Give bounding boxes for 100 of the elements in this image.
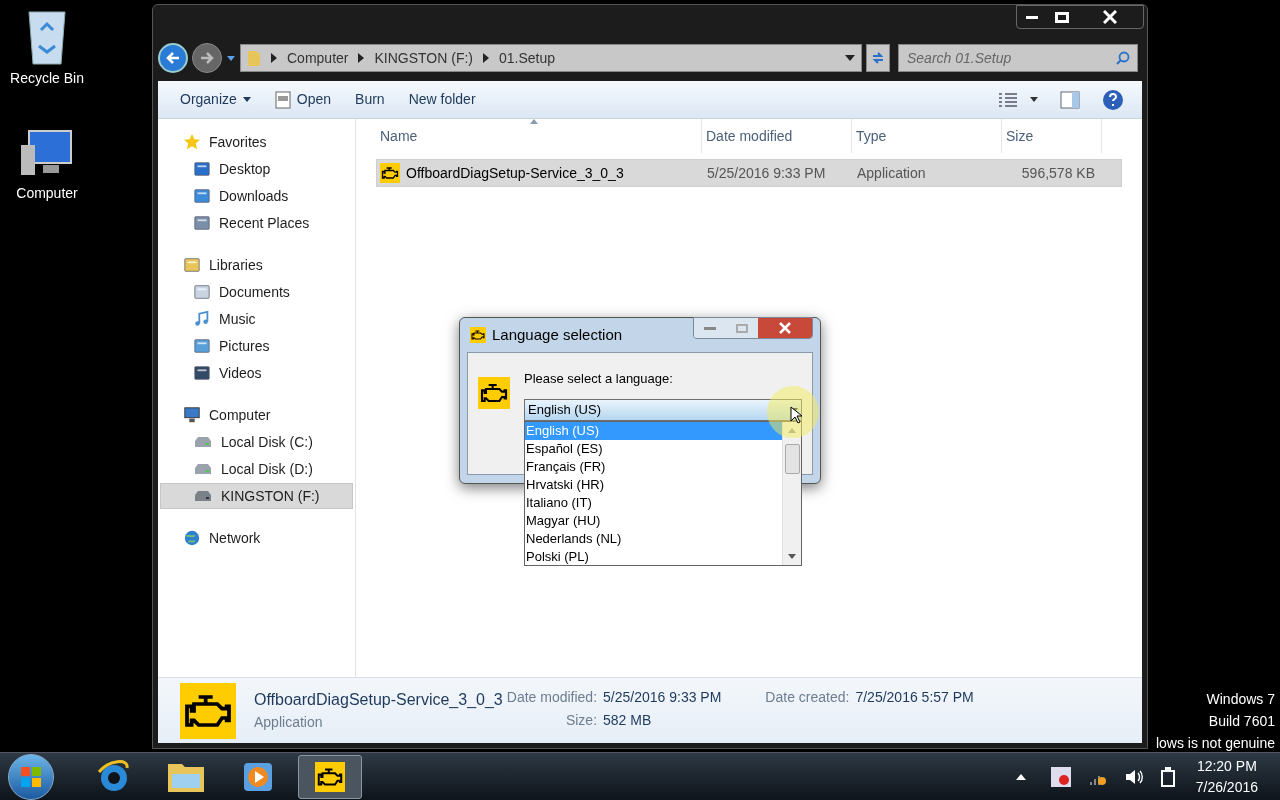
desktop-icon-label: Computer bbox=[16, 184, 78, 203]
dropdown-option[interactable]: Hrvatski (HR) bbox=[525, 476, 782, 494]
library-icon bbox=[183, 256, 201, 274]
nav-item[interactable]: KINGSTON (F:) bbox=[160, 483, 353, 509]
dropdown-option[interactable]: Français (FR) bbox=[525, 458, 782, 476]
help-icon[interactable] bbox=[1102, 88, 1124, 111]
details-label: Date modified: bbox=[506, 688, 598, 707]
tray-app-icon[interactable] bbox=[1049, 765, 1072, 788]
desktop-icon-item[interactable]: Recycle Bin bbox=[10, 6, 84, 89]
dropdown-option[interactable]: Magyar (HU) bbox=[525, 512, 782, 530]
dropdown-option[interactable]: Italiano (IT) bbox=[525, 494, 782, 512]
globe-icon bbox=[183, 529, 201, 547]
film-icon bbox=[193, 364, 211, 382]
refresh-icon bbox=[871, 51, 885, 65]
breadcrumb-item[interactable]: Computer bbox=[287, 47, 349, 69]
details-value: 582 MB bbox=[603, 711, 653, 730]
toolbar-button[interactable]: Open bbox=[262, 84, 344, 115]
nav-item[interactable]: Pictures bbox=[160, 333, 353, 359]
nav-item[interactable]: Videos bbox=[160, 360, 353, 386]
arrow-right-icon bbox=[199, 50, 215, 66]
desktop-icon bbox=[193, 160, 211, 178]
engine-icon bbox=[380, 163, 400, 183]
os-notice-text: Build 7601 bbox=[1208, 712, 1275, 731]
os-notice-text: lows is not genuine bbox=[1155, 734, 1275, 753]
language-combobox[interactable]: English (US) bbox=[524, 399, 802, 421]
chevron-right-icon bbox=[271, 53, 277, 63]
nav-item[interactable]: Music bbox=[160, 306, 353, 332]
chevron-right-icon bbox=[483, 53, 489, 63]
windows-logo-icon bbox=[20, 765, 42, 788]
prompt-text: Please select a language: bbox=[524, 370, 673, 388]
nav-item[interactable]: Favorites bbox=[160, 129, 353, 155]
dialog-title: Language selection bbox=[492, 324, 623, 345]
file-row[interactable]: OffboardDiagSetup-Service_3_0_3 5/25/2016 9:33 PM Application 596,578 KB bbox=[376, 159, 1122, 187]
document-icon bbox=[193, 283, 211, 301]
music-note-icon bbox=[193, 310, 211, 328]
breadcrumb-item[interactable]: KINGSTON (F:) bbox=[374, 47, 473, 69]
details-label: Date created: bbox=[765, 688, 850, 707]
nav-item[interactable]: Local Disk (D:) bbox=[160, 456, 353, 482]
refresh-button[interactable] bbox=[866, 44, 890, 72]
scroll-up-icon bbox=[788, 428, 796, 433]
file-name: OffboardDiagSetup-Service_3_0_3 bbox=[406, 163, 624, 183]
monitor-icon bbox=[183, 406, 201, 424]
app-logo-icon bbox=[478, 377, 510, 409]
close-icon bbox=[1103, 10, 1117, 24]
nav-item[interactable]: Computer bbox=[160, 402, 353, 428]
drive-icon bbox=[193, 462, 213, 476]
picture-icon bbox=[193, 337, 211, 355]
search-field[interactable]: Search 01.Setup bbox=[898, 44, 1138, 72]
address-bar[interactable]: Computer KINGSTON (F:) 01.Setup bbox=[240, 44, 862, 72]
os-notice-text: Windows 7 bbox=[1206, 690, 1275, 709]
desktop-icon-label: Recycle Bin bbox=[10, 69, 84, 88]
download-folder-icon bbox=[193, 187, 211, 205]
scrollbar[interactable] bbox=[782, 422, 801, 565]
scroll-down-icon bbox=[788, 554, 796, 559]
details-value: 7/25/2016 5:57 PM bbox=[855, 688, 974, 707]
column-header[interactable]: Size bbox=[1002, 119, 1102, 153]
toolbar-button[interactable]: Organize bbox=[168, 84, 263, 115]
clock[interactable]: 12:20 PM 7/26/2016 bbox=[1195, 755, 1258, 798]
document-icon bbox=[274, 90, 291, 109]
taskbar-button[interactable] bbox=[298, 754, 362, 799]
details-file-type: Application bbox=[254, 712, 324, 732]
details-label: Size: bbox=[564, 711, 598, 730]
column-header[interactable]: Type bbox=[852, 119, 1002, 153]
breadcrumb-item[interactable]: 01.Setup bbox=[499, 47, 556, 69]
app-icon bbox=[470, 327, 486, 343]
show-hidden-icons-icon[interactable] bbox=[1015, 773, 1026, 780]
scrollbar-thumb[interactable] bbox=[784, 443, 800, 474]
arrow-left-icon bbox=[165, 50, 181, 66]
list-view-icon bbox=[998, 91, 1018, 108]
nav-item[interactable]: Local Disk (C:) bbox=[160, 429, 353, 455]
toolbar-button[interactable]: Burn bbox=[343, 84, 397, 115]
dropdown-option[interactable]: Español (ES) bbox=[525, 440, 782, 458]
table-cell-text: 5/25/2016 9:33 PM bbox=[706, 163, 827, 183]
details-value: 5/25/2016 9:33 PM bbox=[603, 688, 722, 707]
drive-icon bbox=[193, 435, 213, 449]
table-cell-text: Application bbox=[856, 163, 927, 183]
details-file-name: OffboardDiagSetup-Service_3_0_3 bbox=[254, 689, 503, 710]
nav-item[interactable]: Downloads bbox=[160, 183, 353, 209]
forward-button[interactable] bbox=[192, 43, 222, 73]
recent-folder-icon bbox=[193, 214, 211, 232]
engine-icon bbox=[315, 761, 345, 792]
nav-item[interactable]: Libraries bbox=[160, 252, 353, 278]
power-icon[interactable] bbox=[1159, 765, 1176, 788]
close-icon bbox=[779, 322, 791, 334]
dropdown-option[interactable]: Polski (PL) bbox=[525, 548, 782, 566]
nav-item[interactable]: Desktop bbox=[160, 156, 353, 182]
nav-item[interactable]: Network bbox=[160, 525, 353, 551]
back-button[interactable] bbox=[158, 43, 188, 73]
star-icon bbox=[183, 133, 201, 151]
file-type-icon bbox=[180, 682, 236, 739]
cursor-highlight bbox=[767, 386, 819, 438]
column-header[interactable]: Date modified bbox=[702, 119, 852, 153]
drive-icon bbox=[193, 489, 213, 503]
desktop-icon-item[interactable]: Computer bbox=[16, 129, 78, 204]
nav-item[interactable]: Recent Places bbox=[160, 210, 353, 236]
nav-item[interactable]: Documents bbox=[160, 279, 353, 305]
dropdown-option[interactable]: Nederlands (NL) bbox=[525, 530, 782, 548]
toolbar-button[interactable]: New folder bbox=[396, 84, 488, 115]
start-button[interactable] bbox=[8, 753, 54, 800]
table-cell-text: 596,578 KB bbox=[1020, 163, 1096, 183]
